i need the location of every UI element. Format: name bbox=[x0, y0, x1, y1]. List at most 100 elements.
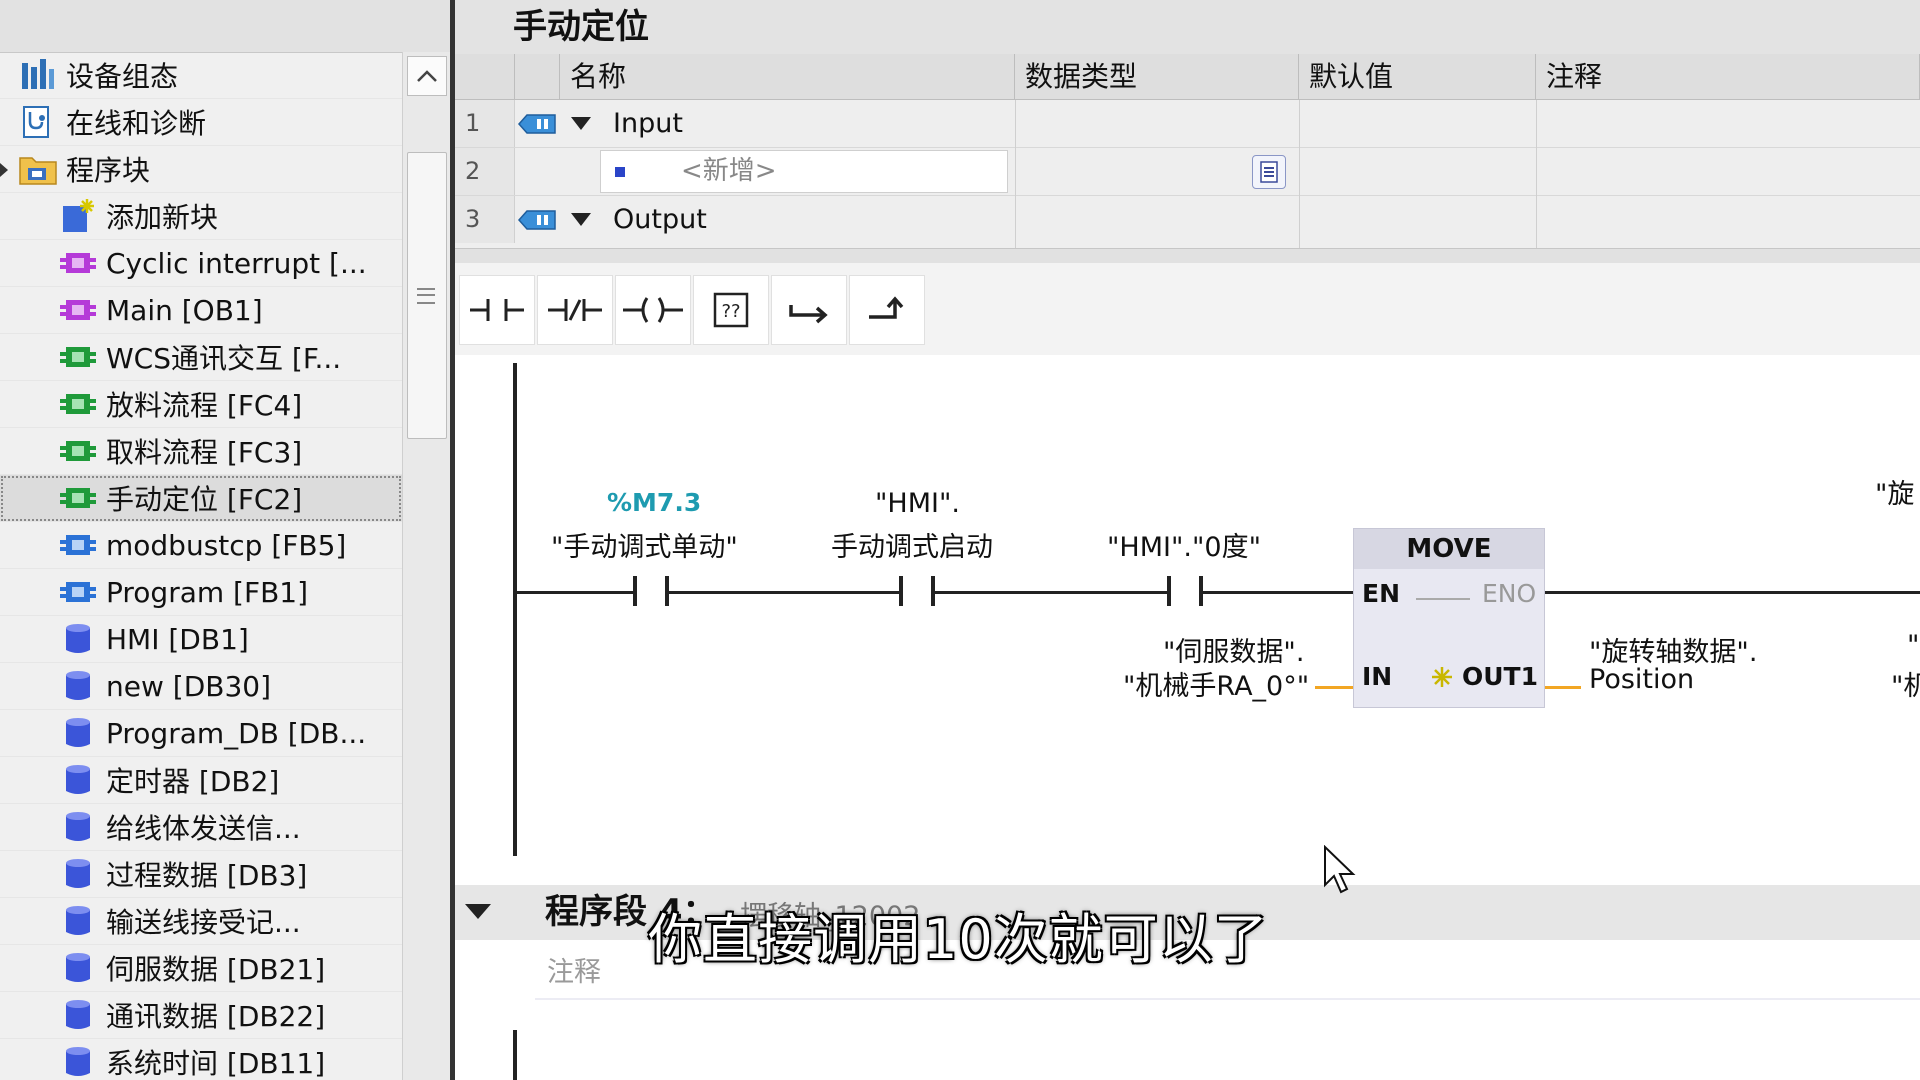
tree-item[interactable]: HMI [DB1] bbox=[0, 616, 402, 663]
contact1-address[interactable]: %M7.3 bbox=[607, 488, 701, 517]
data-type-list-button[interactable] bbox=[1252, 155, 1286, 189]
db-block-icon bbox=[58, 760, 98, 800]
svg-text:??: ?? bbox=[721, 301, 740, 322]
contact2-tag-line1[interactable]: "HMI". bbox=[875, 488, 960, 519]
tree-item-label: 定时器 [DB2] bbox=[106, 765, 280, 798]
tree-item[interactable]: WCS通讯交互 [F... bbox=[0, 334, 402, 381]
tree-item-label: 程序块 bbox=[66, 154, 151, 187]
tree-item[interactable]: 系统时间 [DB11] bbox=[0, 1039, 402, 1080]
tree-item-label: new [DB30] bbox=[106, 669, 272, 703]
tree-item[interactable]: 给线体发送信... bbox=[0, 804, 402, 851]
tree-item-label: 过程数据 [DB3] bbox=[106, 859, 308, 892]
move-instruction-box[interactable]: MOVE EN ENO IN OUT1 bbox=[1353, 528, 1545, 708]
tree-item-label: HMI [DB1] bbox=[106, 622, 249, 656]
tree-item-label: modbustcp [FB5] bbox=[106, 528, 347, 562]
col-header-comment[interactable]: 注释 bbox=[1536, 54, 1920, 100]
network4-ladder[interactable] bbox=[455, 1000, 1920, 1080]
db-block-icon bbox=[58, 948, 98, 988]
device-config-icon bbox=[18, 55, 58, 95]
tree-item[interactable]: 定时器 [DB2] bbox=[0, 757, 402, 804]
out-operand-line2[interactable]: Position bbox=[1589, 664, 1694, 695]
expand-outputs-star-icon[interactable] bbox=[1430, 665, 1454, 689]
db-block-icon bbox=[58, 713, 98, 753]
fc-block-icon bbox=[58, 431, 98, 471]
no-contact-button[interactable] bbox=[459, 275, 535, 345]
tree-item[interactable]: Main [OB1] bbox=[0, 287, 402, 334]
tree-item[interactable]: 过程数据 [DB3] bbox=[0, 851, 402, 898]
tree-item[interactable]: Program [FB1] bbox=[0, 569, 402, 616]
tree-item[interactable]: 手动定位 [FC2] bbox=[0, 475, 402, 522]
contact2-tag-line2[interactable]: 手动调式启动 bbox=[831, 525, 993, 564]
tree-item[interactable]: Program_DB [DB... bbox=[0, 710, 402, 757]
in-operand-line2[interactable]: "机械手RA_0°" bbox=[1123, 664, 1309, 703]
row-number: 2 bbox=[455, 148, 515, 195]
tree-item[interactable]: 取料流程 [FC3] bbox=[0, 428, 402, 475]
col-header-number bbox=[455, 54, 515, 100]
rung-wire bbox=[1201, 591, 1353, 594]
row-number: 1 bbox=[455, 100, 515, 147]
fc-block-icon bbox=[58, 478, 98, 518]
tree-item[interactable]: 程序块 bbox=[0, 146, 402, 193]
out-wire bbox=[1545, 686, 1581, 689]
db-block-icon bbox=[58, 807, 98, 847]
no-contact-icon bbox=[470, 299, 524, 321]
close-branch-button[interactable] bbox=[849, 275, 925, 345]
tree-header bbox=[0, 0, 450, 53]
tree-scrollbar[interactable] bbox=[402, 52, 450, 1080]
tree-item[interactable]: 添加新块 bbox=[0, 193, 402, 240]
cut-off-operand-top[interactable]: "旋 bbox=[1875, 472, 1914, 511]
open-branch-button[interactable] bbox=[771, 275, 847, 345]
db-block-icon bbox=[58, 1042, 98, 1080]
nc-contact-button[interactable] bbox=[537, 275, 613, 345]
tree-item[interactable]: 在线和诊断 bbox=[0, 99, 402, 146]
rung-wire bbox=[933, 591, 1169, 594]
col-header-name[interactable]: 名称 bbox=[560, 54, 1015, 100]
tree-item[interactable]: new [DB30] bbox=[0, 663, 402, 710]
ladder-network[interactable]: %M7.3 "手动调式单动" "HMI". 手动调式启动 "HMI"."0度" … bbox=[455, 355, 1920, 885]
tree-item[interactable]: 输送线接受记... bbox=[0, 898, 402, 945]
tree-item[interactable]: 放料流程 [FC4] bbox=[0, 381, 402, 428]
tree-item[interactable]: Cyclic interrupt [... bbox=[0, 240, 402, 287]
ob-block-icon bbox=[58, 290, 98, 330]
power-rail bbox=[513, 1030, 517, 1080]
input-section-icon bbox=[517, 114, 556, 134]
collapse-caret-icon[interactable] bbox=[571, 117, 591, 130]
col-header-icon bbox=[515, 54, 560, 100]
contact1-tag[interactable]: "手动调式单动" bbox=[551, 525, 738, 564]
coil-button[interactable] bbox=[615, 275, 691, 345]
cut-off-operand-low[interactable]: "机 bbox=[1891, 664, 1920, 703]
contact2-left-bar bbox=[899, 576, 903, 606]
tree-item[interactable]: 通讯数据 [DB22] bbox=[0, 992, 402, 1039]
db-block-icon bbox=[58, 995, 98, 1035]
online-diagnostics-icon bbox=[18, 102, 58, 142]
eno-pin: ENO bbox=[1482, 579, 1537, 608]
out1-pin: OUT1 bbox=[1462, 662, 1539, 691]
interface-row-new[interactable]: 2 <新增> bbox=[455, 148, 1920, 196]
network-collapse-caret-icon[interactable] bbox=[465, 904, 491, 919]
tree-item-label: 伺服数据 [DB21] bbox=[106, 953, 326, 986]
close-branch-icon bbox=[869, 296, 904, 319]
tree-item-label: 放料流程 [FC4] bbox=[106, 389, 303, 422]
program-blocks-folder-icon bbox=[18, 149, 58, 189]
contact3-tag[interactable]: "HMI"."0度" bbox=[1107, 525, 1261, 564]
new-entry-cell[interactable]: <新增> bbox=[600, 150, 1008, 193]
col-header-data-type[interactable]: 数据类型 bbox=[1015, 54, 1299, 100]
interface-row-input[interactable]: 1 Input bbox=[455, 100, 1920, 148]
db-block-icon bbox=[58, 666, 98, 706]
tree-item-label: 给线体发送信... bbox=[106, 812, 301, 845]
interface-splitter[interactable] bbox=[455, 248, 1920, 264]
col-divider bbox=[1536, 100, 1537, 248]
scroll-up-button[interactable] bbox=[407, 56, 447, 96]
en-pin: EN bbox=[1362, 579, 1401, 608]
cut-off-operand-mid[interactable]: " bbox=[1907, 630, 1919, 661]
interface-row-output[interactable]: 3 Output bbox=[455, 196, 1920, 244]
tree-item-label: 取料流程 [FC3] bbox=[106, 436, 303, 469]
tree-item[interactable]: 伺服数据 [DB21] bbox=[0, 945, 402, 992]
tree-item-label: WCS通讯交互 [F... bbox=[106, 342, 342, 375]
col-header-default-value[interactable]: 默认值 bbox=[1299, 54, 1536, 100]
block-interface-table: 名称 数据类型 默认值 注释 1 Input 2 <新增> 3 Output bbox=[455, 54, 1920, 248]
collapse-caret-icon[interactable] bbox=[571, 213, 591, 226]
empty-box-button[interactable]: ?? bbox=[693, 275, 769, 345]
tree-item[interactable]: 设备组态 bbox=[0, 52, 402, 99]
tree-item[interactable]: modbustcp [FB5] bbox=[0, 522, 402, 569]
